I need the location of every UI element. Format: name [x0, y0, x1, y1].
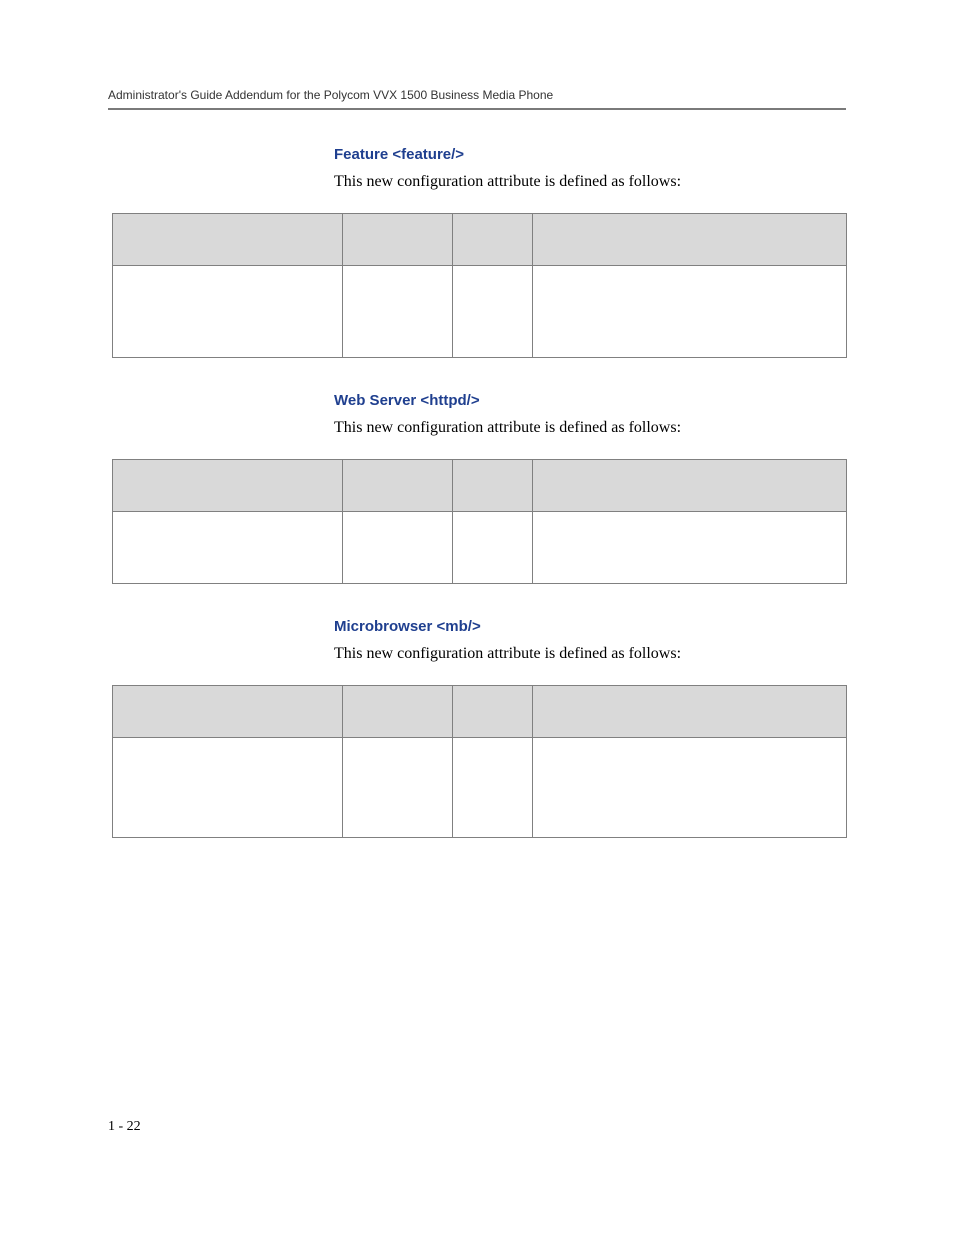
table-cell [453, 266, 533, 358]
table-header-cell [533, 686, 847, 738]
table-cell [533, 266, 847, 358]
section-intro-httpd: This new configuration attribute is defi… [334, 419, 846, 437]
table-mb [112, 685, 847, 838]
table-header-cell [113, 686, 343, 738]
table-header-cell [343, 214, 453, 266]
table-cell [343, 512, 453, 584]
section-title-feature: Feature <feature/> [334, 146, 846, 163]
table-header-row [113, 460, 847, 512]
table-httpd-wrap [108, 459, 846, 584]
section-title-mb: Microbrowser <mb/> [334, 618, 846, 635]
table-cell [113, 266, 343, 358]
table-row [113, 266, 847, 358]
table-mb-wrap [108, 685, 846, 838]
table-header-cell [113, 214, 343, 266]
table-httpd [112, 459, 847, 584]
table-row [113, 738, 847, 838]
table-header-row [113, 686, 847, 738]
table-header-cell [533, 214, 847, 266]
table-cell [113, 738, 343, 838]
table-cell [343, 266, 453, 358]
table-header-cell [453, 460, 533, 512]
table-cell [343, 738, 453, 838]
table-header-cell [113, 460, 343, 512]
table-header-cell [343, 686, 453, 738]
table-header-cell [533, 460, 847, 512]
section-intro-feature: This new configuration attribute is defi… [334, 173, 846, 191]
section-title-httpd: Web Server <httpd/> [334, 392, 846, 409]
header-rule [108, 108, 846, 110]
page-number: 1 - 22 [108, 1119, 141, 1135]
section-feature: Feature <feature/> This new configuratio… [334, 146, 846, 191]
table-cell [533, 738, 847, 838]
running-head: Administrator's Guide Addendum for the P… [108, 88, 846, 102]
table-feature [112, 213, 847, 358]
section-mb: Microbrowser <mb/> This new configuratio… [334, 618, 846, 663]
table-header-cell [453, 214, 533, 266]
page: Administrator's Guide Addendum for the P… [0, 0, 954, 1235]
table-header-row [113, 214, 847, 266]
table-cell [453, 738, 533, 838]
table-cell [113, 512, 343, 584]
table-header-cell [343, 460, 453, 512]
table-row [113, 512, 847, 584]
table-feature-wrap [108, 213, 846, 358]
table-cell [453, 512, 533, 584]
section-intro-mb: This new configuration attribute is defi… [334, 645, 846, 663]
table-header-cell [453, 686, 533, 738]
section-httpd: Web Server <httpd/> This new configurati… [334, 392, 846, 437]
table-cell [533, 512, 847, 584]
